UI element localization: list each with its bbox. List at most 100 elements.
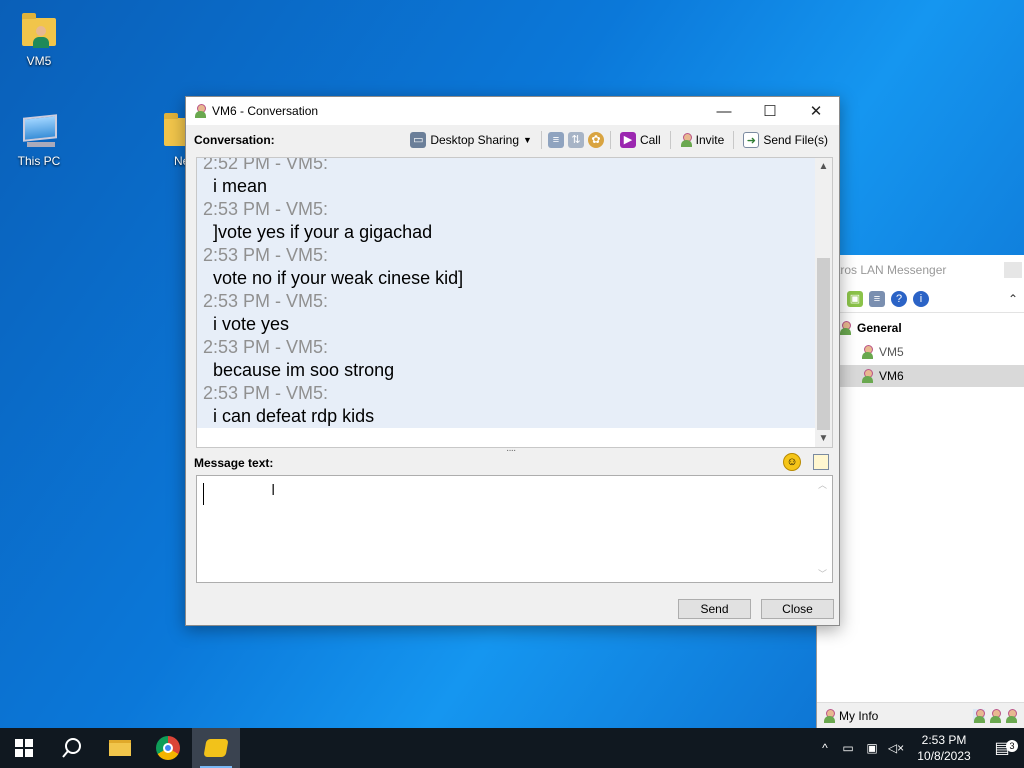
notification-count-badge: 3: [1006, 740, 1018, 752]
message-header: 2:52 PM - VM5:: [203, 158, 329, 173]
lan-toolbar: ▣ ≡ ? i ⌃: [817, 285, 1024, 313]
chrome-button[interactable]: [144, 728, 192, 768]
status-busy-icon[interactable]: [989, 708, 1001, 723]
invite-users-icon: [680, 133, 692, 147]
display-icon[interactable]: ▣: [860, 741, 884, 755]
maximize-button[interactable]: ☐: [747, 97, 793, 125]
desktop-share-icon: ▭: [410, 132, 427, 148]
desktop-icon-label: This PC: [17, 154, 61, 168]
message-input[interactable]: I ︿ ﹀: [196, 475, 833, 583]
input-scrollbar[interactable]: ︿ ﹀: [815, 476, 832, 582]
status-bar: My Info: [817, 702, 1024, 728]
send-button[interactable]: Send: [678, 599, 751, 619]
chrome-icon: [156, 736, 180, 760]
group-general[interactable]: General: [839, 321, 902, 335]
history-icon[interactable]: ≡: [869, 290, 885, 307]
ibeam-cursor-icon: I: [271, 482, 276, 499]
computer-icon: [19, 110, 59, 150]
transfers-icon[interactable]: ⇅: [567, 132, 584, 148]
invite-button[interactable]: Invite: [677, 130, 728, 150]
group-icon: [839, 321, 851, 335]
conversation-toolbar: Conversation: ▭ Desktop Sharing ▼ ≡ ⇅ ✿ …: [186, 125, 839, 155]
network-icon[interactable]: ▭: [836, 741, 860, 755]
info-icon[interactable]: i: [913, 290, 929, 307]
status-online-icon[interactable]: [973, 708, 985, 723]
message-history[interactable]: 2:52 PM - VM5: i mean 2:53 PM - VM5: ]vo…: [196, 157, 833, 448]
file-explorer-button[interactable]: [96, 728, 144, 768]
splitter-handle[interactable]: ····: [506, 446, 520, 456]
clock-time: 2:53 PM: [921, 733, 967, 747]
user-folder-icon: [19, 10, 59, 50]
window-title: VM6 - Conversation: [212, 104, 319, 118]
toolbar-label: Conversation:: [194, 133, 275, 147]
call-label: Call: [639, 133, 661, 147]
emoticon-icon[interactable]: ☺: [783, 453, 801, 471]
scroll-up-icon[interactable]: ︿: [818, 478, 827, 491]
call-button[interactable]: ▶ Call: [617, 130, 664, 150]
system-tray: ^ ▭ ▣ ◁× 2:53 PM 10/8/2023 ▤ 3: [814, 728, 1024, 768]
clock[interactable]: 2:53 PM 10/8/2023: [908, 732, 980, 764]
status-away-icon[interactable]: [1005, 708, 1017, 723]
message-text: vote no if your weak cinese kid]: [213, 268, 464, 288]
message-header: 2:53 PM - VM5:: [203, 383, 329, 403]
scroll-down-icon[interactable]: ▼: [815, 430, 832, 447]
separator: [733, 131, 735, 149]
send-files-label: Send File(s): [763, 133, 828, 147]
help-icon[interactable]: ?: [891, 290, 907, 307]
history-scrollbar[interactable]: ▲ ▼: [815, 158, 832, 447]
separator: [609, 131, 611, 149]
scroll-up-icon[interactable]: ▲: [815, 158, 832, 175]
desktop-sharing-button[interactable]: ▭ Desktop Sharing ▼: [407, 130, 535, 150]
send-files-button[interactable]: ➜ Send File(s): [740, 130, 831, 150]
close-button[interactable]: Close: [761, 599, 834, 619]
user-icon: [861, 369, 873, 383]
chevron-up-icon[interactable]: ⌃: [1008, 292, 1018, 306]
conversation-window: VM6 - Conversation — ☐ ✕ Conversation: ▭…: [185, 96, 840, 626]
font-style-icon[interactable]: [813, 454, 829, 470]
separator: [540, 131, 542, 149]
message-header: 2:53 PM - VM5:: [203, 199, 329, 219]
close-button[interactable]: ✕: [793, 97, 839, 125]
message-header: 2:53 PM - VM5:: [203, 337, 329, 357]
message-header: 2:53 PM - VM5:: [203, 245, 329, 265]
user-item-vm6[interactable]: VM6: [817, 365, 1024, 387]
lan-messenger-button[interactable]: [192, 728, 240, 768]
volume-muted-icon[interactable]: ◁×: [884, 741, 908, 755]
group-label: General: [857, 321, 902, 335]
desktop-icon-vm5[interactable]: VM5: [4, 10, 74, 68]
user-icon: [861, 345, 873, 359]
my-info-link[interactable]: My Info: [839, 709, 878, 723]
clock-date: 10/8/2023: [917, 749, 971, 763]
folder-icon[interactable]: ▣: [847, 290, 863, 307]
minimize-button[interactable]: —: [701, 97, 747, 125]
history-icon[interactable]: ≡: [547, 132, 564, 148]
notifications-button[interactable]: ▤ 3: [980, 738, 1024, 758]
file-explorer-icon: [109, 740, 131, 756]
close-button[interactable]: [1004, 262, 1022, 278]
window-title: tros LAN Messenger: [817, 255, 1024, 285]
taskbar: ^ ▭ ▣ ◁× 2:53 PM 10/8/2023 ▤ 3: [0, 728, 1024, 768]
desktop-icon-label: VM5: [26, 54, 52, 68]
windows-logo-icon: [15, 739, 33, 757]
user-item-vm5[interactable]: VM5: [817, 341, 1024, 363]
text-caret: [203, 483, 204, 505]
scroll-down-icon[interactable]: ﹀: [818, 567, 827, 580]
message-text: i can defeat rdp kids: [213, 406, 375, 426]
search-button[interactable]: [48, 728, 96, 768]
settings-icon[interactable]: ✿: [587, 132, 604, 148]
message-text: ]vote yes if your a gigachad: [213, 222, 433, 242]
lan-messenger-icon: [203, 739, 229, 757]
chevron-down-icon: ▼: [523, 135, 532, 145]
user-icon: [194, 104, 206, 118]
chevron-up-icon[interactable]: ^: [814, 741, 836, 755]
desktop-sharing-label: Desktop Sharing: [430, 133, 520, 147]
start-button[interactable]: [0, 728, 48, 768]
message-text: i mean: [213, 176, 268, 196]
message-list: 2:52 PM - VM5: i mean 2:53 PM - VM5: ]vo…: [197, 158, 817, 428]
scroll-thumb[interactable]: [817, 258, 830, 430]
user-label: VM5: [879, 345, 904, 359]
message-text: i vote yes: [213, 314, 290, 334]
invite-label: Invite: [695, 133, 725, 147]
desktop-icon-this-pc[interactable]: This PC: [4, 110, 74, 168]
message-text: because im soo strong: [213, 360, 395, 380]
